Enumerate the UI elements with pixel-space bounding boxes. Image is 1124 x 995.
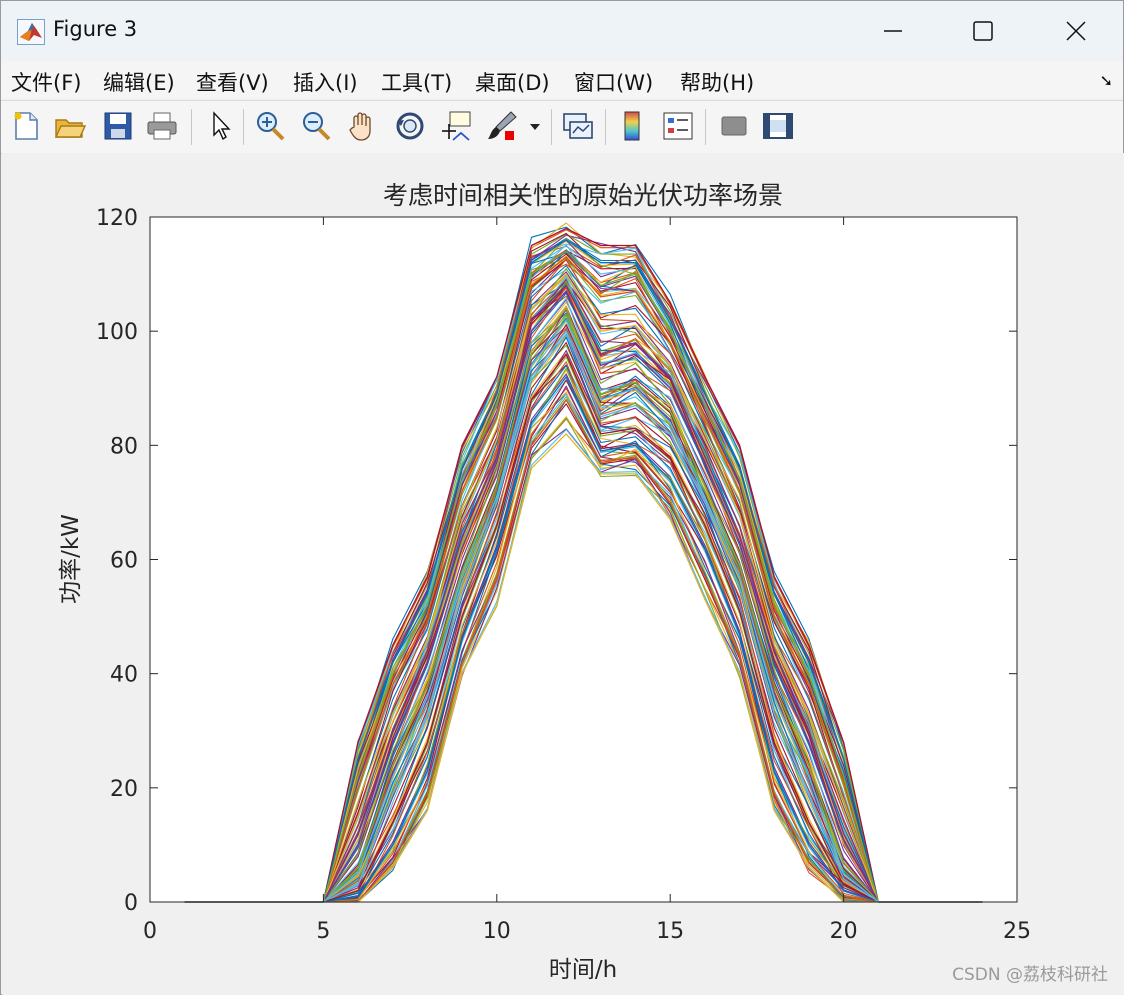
select-arrow-icon[interactable]	[203, 109, 237, 143]
open-file-icon[interactable]	[53, 109, 87, 143]
window-title: Figure 3	[53, 17, 138, 41]
minimize-icon	[884, 30, 902, 32]
print-icon[interactable]	[145, 109, 179, 143]
menu-bar: 文件(F) 编辑(E) 查看(V) 插入(I) 工具(T) 桌面(D) 窗口(W…	[1, 61, 1123, 99]
matlab-icon	[17, 19, 45, 45]
menu-tools[interactable]: 工具(T)	[381, 67, 452, 97]
menu-insert[interactable]: 插入(I)	[293, 67, 358, 97]
close-icon	[1066, 21, 1086, 41]
y-tick-label: 20	[110, 777, 138, 802]
toolbar-separator	[243, 109, 244, 145]
y-tick-label: 120	[96, 206, 138, 231]
y-tick-label: 100	[96, 320, 138, 345]
minimize-button[interactable]	[861, 9, 925, 53]
x-tick-label: 10	[483, 919, 511, 944]
x-tick-label: 15	[656, 919, 684, 944]
menu-file[interactable]: 文件(F)	[11, 67, 81, 97]
close-button[interactable]	[1044, 9, 1108, 53]
y-axis-label: 功率/kW	[58, 514, 84, 604]
hide-plot-tools-icon[interactable]	[717, 109, 751, 143]
brush-icon[interactable]	[485, 109, 519, 143]
rotate-3d-icon[interactable]	[393, 109, 427, 143]
data-cursor-icon[interactable]	[439, 109, 473, 143]
x-axis-label: 时间/h	[549, 957, 617, 983]
x-tick-label: 20	[830, 919, 858, 944]
toolbar-separator	[191, 109, 192, 145]
zoom-out-icon[interactable]	[299, 109, 333, 143]
colorbar-icon[interactable]	[615, 109, 649, 143]
maximize-icon	[973, 21, 993, 41]
y-tick-label: 0	[124, 891, 138, 916]
pv-power-chart[interactable]: 0 5 10 15 20 25 0 20 40 60 80 100 120 考虑时间相关性的原始光伏功率…	[2, 153, 1124, 995]
chart-title: 考虑时间相关性的原始光伏功率场景	[383, 181, 783, 210]
menu-window[interactable]: 窗口(W)	[574, 67, 653, 97]
x-tick-label: 5	[316, 919, 330, 944]
y-tick-label: 40	[110, 663, 138, 688]
zoom-in-icon[interactable]	[253, 109, 287, 143]
toolbar-separator	[605, 109, 606, 145]
title-bar[interactable]: Figure 3	[1, 1, 1123, 61]
menu-view[interactable]: 查看(V)	[196, 67, 269, 97]
show-plot-tools-icon[interactable]	[761, 109, 795, 143]
menu-help[interactable]: 帮助(H)	[680, 67, 754, 97]
menu-edit[interactable]: 编辑(E)	[103, 67, 175, 97]
new-figure-icon[interactable]	[9, 109, 43, 143]
pan-hand-icon[interactable]	[345, 109, 379, 143]
x-tick-label: 0	[143, 919, 157, 944]
brush-dropdown-icon[interactable]	[525, 109, 545, 143]
save-icon[interactable]	[101, 109, 135, 143]
y-tick-label: 80	[110, 434, 138, 459]
x-tick-label: 25	[1003, 919, 1031, 944]
toolbar-separator	[551, 109, 552, 145]
maximize-button[interactable]	[951, 9, 1015, 53]
toolbar-separator	[705, 109, 706, 145]
y-tick-label: 60	[110, 549, 138, 574]
menu-dock-arrow-icon[interactable]: ➘	[1100, 71, 1113, 90]
watermark-text: CSDN @荔枝科研社	[952, 965, 1108, 985]
figure-canvas: 0 5 10 15 20 25 0 20 40 60 80 100 120 考虑时间相关性的原始光伏功率…	[2, 153, 1124, 995]
legend-icon[interactable]	[661, 109, 695, 143]
figure-toolbar	[1, 100, 1123, 154]
figure-window: Figure 3 文件(F) 编辑(E) 查看(V) 插入(I) 工具(T) 桌…	[0, 0, 1124, 995]
link-plot-icon[interactable]	[561, 109, 595, 143]
menu-desktop[interactable]: 桌面(D)	[475, 67, 550, 97]
